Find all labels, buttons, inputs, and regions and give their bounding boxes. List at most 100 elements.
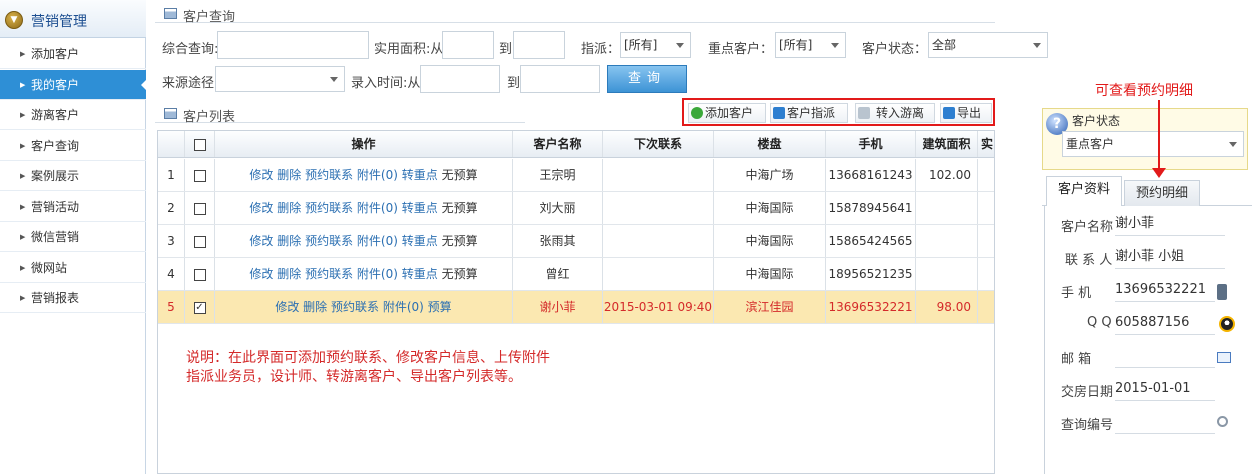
entry-to-input[interactable] [520, 65, 600, 93]
assign-label: 指派： [581, 42, 621, 57]
row-action-link[interactable]: 附件(0) [357, 168, 398, 182]
field-qq[interactable]: 605887156 [1115, 311, 1215, 335]
sidebar-header[interactable]: ▼ 营销管理 [0, 0, 146, 38]
sidebar-item-1[interactable]: ▶ 我的客户 [0, 69, 147, 100]
customer-table: 操作 客户名称 下次联系 楼盘 手机 建筑面积 实 1 修改 删除 预约联系 附件… [157, 130, 995, 474]
row-checkbox[interactable] [193, 268, 206, 281]
move-to-free-button[interactable]: 转入游离 [855, 103, 935, 123]
row-action-link[interactable]: 预约联系 [305, 267, 353, 281]
sidebar-item-2[interactable]: ▶ 游离客户 [0, 100, 146, 130]
status-panel-select[interactable]: 重点客户 [1062, 131, 1244, 157]
row-action-link[interactable]: 预算 [428, 300, 452, 314]
row-action-link[interactable]: 附件(0) [357, 267, 398, 281]
row-checkbox[interactable] [193, 235, 206, 248]
row-action-link[interactable]: 预约联系 [305, 201, 353, 215]
email-icon[interactable] [1217, 352, 1231, 363]
row-customer-name: 谢小菲 [513, 291, 603, 323]
row-checkbox[interactable] [193, 169, 206, 182]
sidebar-item-7[interactable]: ▶ 微网站 [0, 253, 146, 283]
comprehensive-input[interactable] [217, 31, 369, 59]
source-label: 来源途径 [162, 76, 215, 91]
area-to-input[interactable] [513, 31, 565, 59]
field-contact[interactable]: 谢小菲 小姐 [1115, 245, 1225, 269]
field-email[interactable] [1115, 344, 1215, 368]
status-panel-select-value: 重点客户 [1066, 137, 1115, 151]
qq-icon[interactable] [1219, 316, 1235, 332]
row-action-link[interactable]: 修改 [249, 201, 273, 215]
row-area [916, 192, 978, 224]
row-action-link[interactable]: 删除 [303, 300, 327, 314]
select-all-checkbox[interactable] [193, 138, 206, 151]
row-action-link[interactable]: 删除 [277, 267, 301, 281]
add-customer-button[interactable]: 添加客户 [688, 103, 766, 123]
field-query-no[interactable] [1115, 410, 1215, 434]
undefined [978, 192, 994, 224]
entry-from-input[interactable] [420, 65, 500, 93]
sidebar-item-8[interactable]: ▶ 营销报表 [0, 283, 146, 313]
header-actual-area: 实 [980, 137, 993, 151]
chevron-right-icon: ▶ [20, 111, 26, 119]
row-building: 中海国际 [714, 258, 826, 290]
table-row[interactable]: 4 修改 删除 预约联系 附件(0) 转重点 无预算 曾红 中海国际 189565212… [158, 258, 994, 291]
row-action-link[interactable]: 删除 [277, 168, 301, 182]
row-action-link[interactable]: 附件(0) [383, 300, 424, 314]
row-action-link[interactable]: 转重点 [402, 267, 438, 281]
field-mobile[interactable]: 13696532221 [1115, 278, 1215, 302]
query-button[interactable]: 查询 [607, 65, 687, 93]
key-customer-select[interactable]: [所有] [775, 32, 846, 58]
row-actions: 修改 删除 预约联系 附件(0) 转重点 无预算 [215, 258, 513, 290]
sidebar-item-label: 游离客户 [31, 108, 80, 122]
tab-appointments[interactable]: 预约明细 [1124, 180, 1200, 206]
header-checkbox-cell[interactable] [185, 131, 215, 157]
row-checkbox-cell [185, 258, 215, 290]
export-button[interactable]: 导出 [940, 103, 992, 123]
chevron-down-icon [1033, 43, 1041, 48]
arrow-right-icon [773, 107, 785, 119]
row-building: 中海国际 [714, 225, 826, 257]
sidebar-item-3[interactable]: ▶ 客户查询 [0, 131, 146, 161]
row-checkbox[interactable]: ✓ [193, 301, 206, 314]
area-from-input[interactable] [442, 31, 494, 59]
phone-icon[interactable] [1217, 284, 1227, 300]
row-action-link[interactable]: 修改 [249, 267, 273, 281]
row-action-link[interactable]: 预约联系 [305, 234, 353, 248]
row-action-link[interactable]: 删除 [277, 201, 301, 215]
window-icon [164, 108, 177, 119]
table-row[interactable]: 1 修改 删除 预约联系 附件(0) 转重点 无预算 王宗明 中海广场 13668161… [158, 159, 994, 192]
row-action-link[interactable]: 附件(0) [357, 234, 398, 248]
customer-status-select[interactable]: 全部 [928, 32, 1048, 58]
assign-customer-button[interactable]: 客户指派 [770, 103, 848, 123]
tab-customer-info[interactable]: 客户资料 [1046, 176, 1122, 206]
undefined [978, 258, 994, 290]
row-action-link[interactable]: 转重点 [402, 201, 438, 215]
sidebar-item-4[interactable]: ▶ 案例展示 [0, 161, 146, 191]
sidebar-item-5[interactable]: ▶ 营销活动 [0, 192, 146, 222]
row-action-link[interactable]: 修改 [249, 168, 273, 182]
chevron-right-icon: ▶ [20, 172, 26, 180]
row-next-contact [603, 159, 714, 191]
row-budget-status: 无预算 [441, 168, 478, 182]
row-action-link[interactable]: 转重点 [402, 168, 438, 182]
field-handover-date[interactable]: 2015-01-01 [1115, 377, 1215, 401]
row-action-link[interactable]: 预约联系 [305, 168, 353, 182]
row-action-link[interactable]: 附件(0) [357, 201, 398, 215]
table-row[interactable]: 2 修改 删除 预约联系 附件(0) 转重点 无预算 刘大丽 中海国际 15878945… [158, 192, 994, 225]
field-name[interactable]: 谢小菲 [1115, 212, 1225, 236]
table-row[interactable]: 5 ✓ 修改 删除 预约联系 附件(0) 预算 谢小菲 2015-03-01 09:4… [158, 291, 994, 324]
row-action-link[interactable]: 修改 [249, 234, 273, 248]
field-label-name: 客户名称 [1061, 220, 1114, 235]
row-action-link[interactable]: 转重点 [402, 234, 438, 248]
row-checkbox[interactable] [193, 202, 206, 215]
row-action-link[interactable]: 删除 [277, 234, 301, 248]
source-select[interactable] [215, 66, 345, 92]
row-action-link[interactable]: 预约联系 [331, 300, 379, 314]
chevron-right-icon: ▶ [20, 233, 26, 241]
sidebar-item-6[interactable]: ▶ 微信营销 [0, 222, 146, 252]
sidebar-item-0[interactable]: ▶ 添加客户 [0, 39, 146, 69]
search-icon[interactable] [1217, 416, 1228, 427]
row-action-link[interactable]: 修改 [275, 300, 299, 314]
assign-select[interactable]: [所有] [620, 32, 691, 58]
chevron-right-icon: ▶ [20, 294, 26, 302]
add-icon [691, 107, 703, 119]
table-row[interactable]: 3 修改 删除 预约联系 附件(0) 转重点 无预算 张雨其 中海国际 15865424… [158, 225, 994, 258]
